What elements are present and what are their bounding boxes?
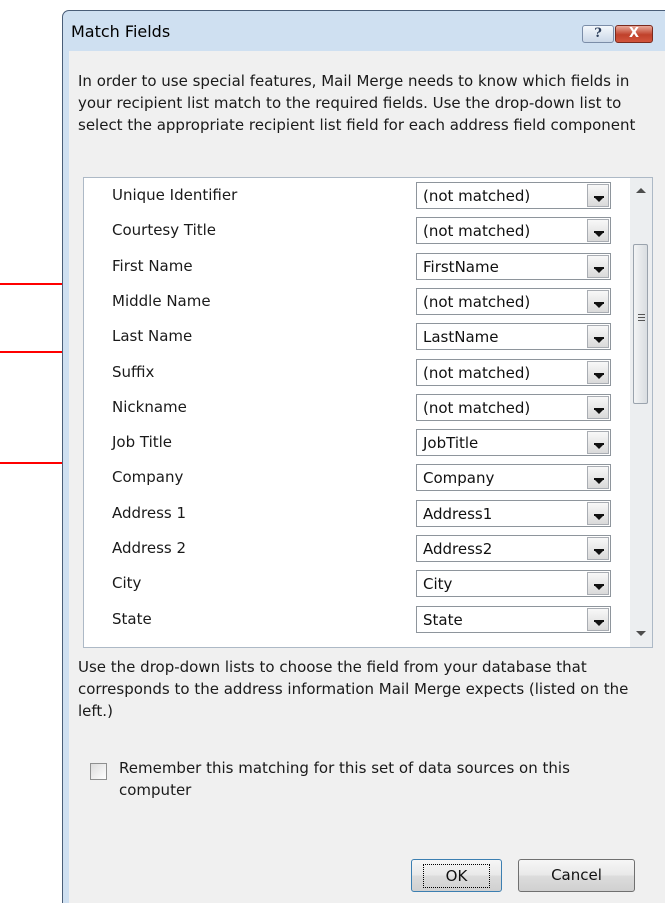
dropdown-arrow-icon[interactable] [587,184,609,207]
field-row: Middle Name (not matched) [84,284,630,320]
dropdown-arrow-icon[interactable] [587,219,609,243]
dropdown-value: JobTitle [423,434,479,453]
field-match-dropdown[interactable]: FirstName [416,252,611,280]
field-row: Address 1 Address1 [84,496,630,532]
dropdown-value: FirstName [423,257,499,276]
dropdown-arrow-icon[interactable] [587,537,609,560]
field-match-dropdown[interactable]: (not matched) [416,217,611,245]
dropdown-arrow-icon[interactable] [587,395,609,419]
dropdown-value: (not matched) [423,363,531,382]
field-match-dropdown[interactable]: City [416,570,611,598]
field-match-dropdown[interactable]: State [416,605,611,633]
field-label: Courtesy Title [112,221,217,240]
field-row: State State [84,602,630,638]
field-label: Address 2 [112,539,187,557]
field-match-dropdown[interactable]: LastName [416,323,611,351]
dropdown-arrow-icon[interactable] [587,325,609,349]
dropdown-arrow-icon[interactable] [587,607,609,631]
field-row: Address 2 Address2 [84,531,630,567]
dropdown-arrow-icon[interactable] [587,431,609,455]
field-match-list: Unique Identifier (not matched) Courtesy T… [83,177,653,648]
cancel-button[interactable]: Cancel [518,859,635,892]
field-label: Middle Name [112,291,211,310]
title-bar[interactable]: Match Fields ? X [63,11,665,51]
dropdown-arrow-icon[interactable] [587,466,609,490]
dropdown-value: City [423,575,453,594]
dropdown-arrow-icon[interactable] [587,254,609,278]
field-label: Company [112,468,184,487]
field-label: State [112,609,152,628]
dropdown-value: (not matched) [423,187,531,205]
field-match-dropdown[interactable]: (not matched) [416,287,611,315]
field-row: Company Company [84,460,630,496]
field-label: Suffix [112,362,155,381]
field-label: First Name [112,256,193,275]
help-button[interactable]: ? [582,25,614,43]
field-match-dropdown[interactable]: Address2 [416,535,611,562]
dropdown-value: Address2 [423,540,493,558]
dropdown-value: (not matched) [423,292,531,311]
scroll-down-arrow-icon[interactable] [630,619,652,647]
remember-matching-label[interactable]: Remember this matching for this set of d… [119,757,639,801]
field-row: First Name FirstName [84,249,630,285]
list-scrollbar[interactable] [630,178,652,647]
field-row: Suffix (not matched) [84,355,630,391]
scroll-up-arrow-icon[interactable] [630,178,652,206]
field-match-dropdown[interactable]: Address1 [416,499,611,527]
field-row: Job Title JobTitle [84,425,630,461]
dropdown-value: State [423,610,463,629]
field-row: City City [84,566,630,602]
field-row: Nickname (not matched) [84,390,630,426]
dropdown-arrow-icon[interactable] [587,360,609,384]
field-row: Courtesy Title (not matched) [84,213,630,249]
match-fields-dialog: Match Fields ? X In order to use special… [62,10,665,903]
dropdown-value: Company [423,469,495,488]
field-label: Nickname [112,397,187,416]
scroll-thumb[interactable] [633,244,648,404]
dialog-body: In order to use special features, Mail M… [69,51,665,903]
instructions-text: In order to use special features, Mail M… [78,72,636,134]
dialog-title: Match Fields [71,22,171,41]
close-button[interactable]: X [615,25,653,43]
field-match-dropdown[interactable]: (not matched) [416,358,611,386]
field-match-dropdown[interactable]: JobTitle [416,429,611,457]
footer-instructions-text: Use the drop-down lists to choose the fi… [78,658,629,720]
field-row: Last Name LastName [84,319,630,355]
field-match-dropdown[interactable]: (not matched) [416,393,611,421]
dropdown-value: Address1 [423,504,493,523]
dropdown-value: (not matched) [423,398,531,417]
field-label: Last Name [112,327,193,346]
remember-matching-checkbox[interactable] [90,763,107,780]
dropdown-value: LastName [423,328,499,347]
field-match-dropdown[interactable]: (not matched) [416,182,611,209]
ok-button[interactable]: OK [411,859,502,892]
field-label: Address 1 [112,503,187,522]
field-row: Unique Identifier (not matched) [84,178,630,214]
dropdown-arrow-icon[interactable] [587,572,609,596]
field-label: City [112,574,142,593]
dropdown-value: (not matched) [423,222,531,241]
field-match-dropdown[interactable]: Company [416,464,611,492]
field-label: Unique Identifier [112,186,238,204]
dropdown-arrow-icon[interactable] [587,289,609,313]
field-label: Job Title [112,433,173,452]
ok-button-label: OK [422,864,491,888]
dropdown-arrow-icon[interactable] [587,501,609,525]
